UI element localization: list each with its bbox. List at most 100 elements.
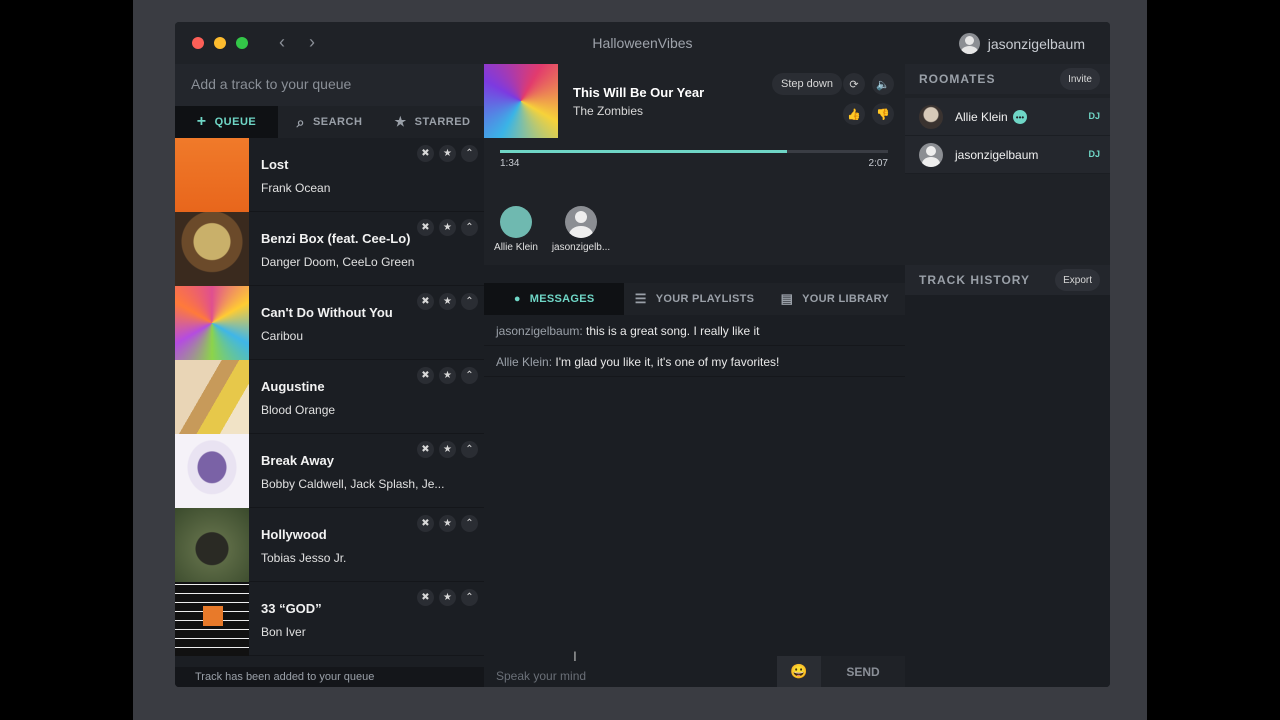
listeners-row: Allie Klein jasonzigelb... <box>484 199 905 265</box>
star-icon[interactable]: ★ <box>439 219 456 236</box>
thumbs-up-icon[interactable]: 👍 <box>843 103 865 125</box>
tab-queue[interactable]: + QUEUE <box>175 106 278 138</box>
album-art <box>175 138 249 212</box>
queue-item[interactable]: Augustine Blood Orange ✖ ★ ⌃ <box>175 360 484 434</box>
queue-item[interactable]: Hollywood Tobias Jesso Jr. ✖ ★ ⌃ <box>175 508 484 582</box>
queue-item[interactable]: 33 “GOD” Bon Iver ✖ ★ ⌃ <box>175 582 484 656</box>
track-artist: Blood Orange <box>261 403 336 417</box>
album-art <box>175 286 249 360</box>
remove-icon[interactable]: ✖ <box>417 589 434 606</box>
dj-badge: DJ <box>1088 149 1100 159</box>
roommate-name: jasonzigelbaum <box>955 148 1039 162</box>
remove-icon[interactable]: ✖ <box>417 515 434 532</box>
move-up-icon[interactable]: ⌃ <box>461 589 478 606</box>
remove-icon[interactable]: ✖ <box>417 145 434 162</box>
now-playing: This Will Be Our Year The Zombies Step d… <box>484 64 905 199</box>
roommates-header: ROOMATES Invite <box>905 64 1110 94</box>
queue-item[interactable]: Can't Do Without You Caribou ✖ ★ ⌃ <box>175 286 484 360</box>
tab-label: QUEUE <box>214 116 257 128</box>
tab-starred[interactable]: ★ STARRED <box>381 106 484 138</box>
send-button[interactable]: SEND <box>821 656 905 687</box>
track-controls: ✖ ★ ⌃ <box>417 219 478 236</box>
volume-icon[interactable]: 🔈 <box>872 73 894 95</box>
album-art <box>175 434 249 508</box>
refresh-icon[interactable]: ⟳ <box>843 73 865 95</box>
invite-button[interactable]: Invite <box>1060 68 1100 90</box>
move-up-icon[interactable]: ⌃ <box>461 293 478 310</box>
track-controls: ✖ ★ ⌃ <box>417 589 478 606</box>
progress-bar[interactable] <box>500 150 888 153</box>
title-bar: ‹ › HalloweenVibes jasonzigelbaum <box>175 22 1110 64</box>
star-icon[interactable]: ★ <box>439 589 456 606</box>
chat-icon: ● <box>513 293 521 305</box>
plus-icon: + <box>196 113 207 130</box>
move-up-icon[interactable]: ⌃ <box>461 367 478 384</box>
remove-icon[interactable]: ✖ <box>417 441 434 458</box>
player-panel: This Will Be Our Year The Zombies Step d… <box>484 64 905 687</box>
queue-item[interactable]: Benzi Box (feat. Cee-Lo) Danger Doom, Cee… <box>175 212 484 286</box>
tab-search[interactable]: ⌕ SEARCH <box>278 106 381 138</box>
queue-panel: Add a track to your queue + QUEUE ⌕ SEAR… <box>175 64 484 687</box>
add-track-input[interactable]: Add a track to your queue <box>175 64 484 106</box>
roommate-avatar <box>919 105 943 129</box>
star-icon[interactable]: ★ <box>439 367 456 384</box>
roommate-name: Allie Klein <box>955 110 1008 124</box>
compose-bar: Speak your mind 😀 SEND <box>484 656 905 687</box>
user-avatar-icon <box>958 33 980 54</box>
message-list: jasonzigelbaum: this is a great song. I … <box>484 315 905 667</box>
star-icon[interactable]: ★ <box>439 145 456 162</box>
library-icon: ▤ <box>780 291 794 306</box>
roommate-row[interactable]: jasonzigelbaum DJ <box>905 136 1110 174</box>
text-cursor-icon: I <box>573 648 577 664</box>
progress-fill <box>500 150 788 153</box>
thumbs-down-icon[interactable]: 👎 <box>872 103 894 125</box>
message-text: this is a great song. I really like it <box>582 324 760 338</box>
now-playing-artist: The Zombies <box>573 104 644 118</box>
elapsed-time: 1:34 <box>500 158 520 169</box>
roommate-row[interactable]: Allie Klein ••• DJ <box>905 98 1110 136</box>
track-artist: Danger Doom, CeeLo Green <box>261 255 415 269</box>
app-window: ‹ › HalloweenVibes jasonzigelbaum Add a … <box>175 22 1110 687</box>
track-controls: ✖ ★ ⌃ <box>417 293 478 310</box>
move-up-icon[interactable]: ⌃ <box>461 441 478 458</box>
step-down-button[interactable]: Step down <box>772 73 842 95</box>
track-controls: ✖ ★ ⌃ <box>417 441 478 458</box>
remove-icon[interactable]: ✖ <box>417 293 434 310</box>
message-input[interactable]: Speak your mind <box>496 669 586 683</box>
username: jasonzigelbaum <box>987 35 1085 52</box>
track-controls: ✖ ★ ⌃ <box>417 515 478 532</box>
message-author: jasonzigelbaum: <box>496 324 583 338</box>
listener[interactable]: jasonzigelb... <box>541 206 621 253</box>
roommate-avatar <box>919 143 943 167</box>
track-artist: Bon Iver <box>261 625 306 639</box>
roommates-panel: ROOMATES Invite Allie Klein ••• DJ jason… <box>905 64 1110 687</box>
star-icon[interactable]: ★ <box>439 293 456 310</box>
center-tabs: ● MESSAGES ☰ YOUR PLAYLISTS ▤ YOUR LIBRA… <box>484 283 905 315</box>
now-playing-title: This Will Be Our Year <box>573 85 705 100</box>
queue-item[interactable]: Lost Frank Ocean ✖ ★ ⌃ <box>175 138 484 212</box>
track-history-list <box>905 295 1110 687</box>
message: jasonzigelbaum: this is a great song. I … <box>484 315 905 346</box>
tab-your-playlists[interactable]: ☰ YOUR PLAYLISTS <box>624 283 764 315</box>
star-icon: ★ <box>394 114 407 129</box>
album-art <box>175 582 249 656</box>
emoji-icon[interactable]: 😀 <box>777 656 821 687</box>
star-icon[interactable]: ★ <box>439 515 456 532</box>
user-menu[interactable]: jasonzigelbaum <box>958 33 1085 54</box>
move-up-icon[interactable]: ⌃ <box>461 145 478 162</box>
search-icon: ⌕ <box>296 113 305 130</box>
tab-label: STARRED <box>414 116 471 128</box>
message: Allie Klein: I'm glad you like it, it's … <box>484 346 905 377</box>
tab-messages[interactable]: ● MESSAGES <box>484 283 625 315</box>
remove-icon[interactable]: ✖ <box>417 367 434 384</box>
track-artist: Tobias Jesso Jr. <box>261 551 347 565</box>
tab-your-library[interactable]: ▤ YOUR LIBRARY <box>765 283 905 315</box>
move-up-icon[interactable]: ⌃ <box>461 515 478 532</box>
queue-item[interactable]: Break Away Bobby Caldwell, Jack Splash, J… <box>175 434 484 508</box>
remove-icon[interactable]: ✖ <box>417 219 434 236</box>
export-button[interactable]: Export <box>1055 269 1100 291</box>
listener-avatar <box>565 206 597 238</box>
star-icon[interactable]: ★ <box>439 441 456 458</box>
message-author: Allie Klein: <box>496 355 553 369</box>
list-icon: ☰ <box>634 291 647 306</box>
